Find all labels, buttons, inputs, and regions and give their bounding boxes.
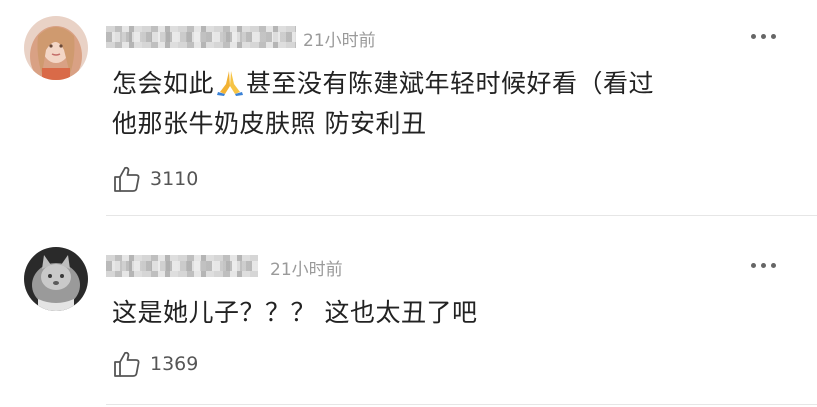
comment-time: 21小时前 — [270, 260, 343, 280]
username-blurred[interactable] — [106, 255, 258, 277]
comment-item: 21小时前 这是她儿子？？？ 这也太丑了吧 1369 — [0, 217, 817, 407]
like-button[interactable]: 1369 — [112, 349, 198, 379]
like-count: 1369 — [150, 353, 199, 375]
username-blurred[interactable] — [106, 26, 296, 48]
divider — [106, 404, 817, 405]
avatar[interactable] — [24, 16, 88, 80]
praying-hands-emoji — [217, 71, 244, 96]
more-dots-icon[interactable] — [749, 261, 779, 271]
avatar[interactable] — [24, 247, 88, 311]
divider — [106, 215, 817, 216]
like-count: 3110 — [150, 168, 199, 190]
comment-text: 怎会如此 甚至没有陈建斌年轻时候好看（看过 他那张牛奶皮肤照 防安利丑 — [112, 69, 655, 138]
thumbs-up-icon — [114, 351, 140, 377]
thumbs-up-icon — [114, 166, 140, 192]
more-dots-icon[interactable] — [749, 32, 779, 42]
comment-item: 21小时前 怎会如此 甚至没有陈建斌年轻时候好看（看过 他那张牛奶皮肤照 防安利… — [0, 0, 817, 216]
like-button[interactable]: 3110 — [112, 164, 198, 194]
comment-time: 21小时前 — [303, 31, 376, 51]
comment-text: 这是她儿子？？？ 这也太丑了吧 — [112, 298, 478, 327]
